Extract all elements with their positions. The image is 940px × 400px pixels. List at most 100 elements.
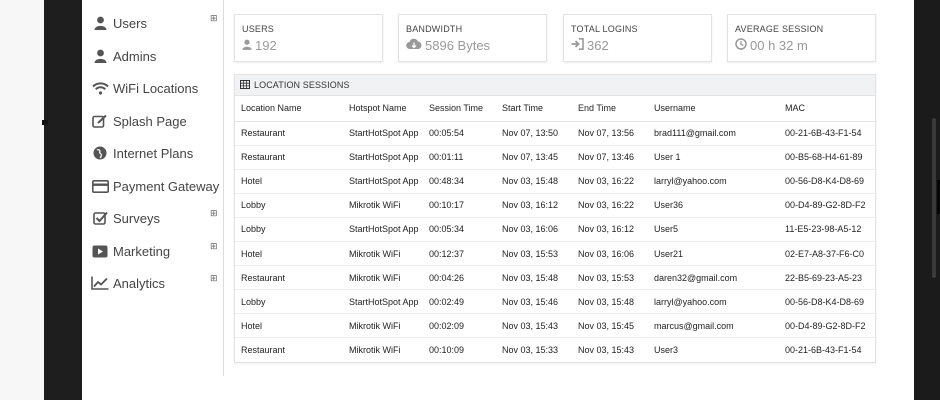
column-header[interactable]: End Time [572,96,648,122]
sidebar-item-users[interactable]: Users ⊞ [90,12,220,34]
panel-header: LOCATION SESSIONS [235,75,875,96]
table-row[interactable]: Restaurant StartHotSpot App 00:01:11 Nov 07… [235,145,877,170]
cell-mac: 00-56-D8-K4-D8-69 [779,289,877,315]
column-header[interactable]: MAC [779,96,877,122]
stat-card-average-session: AVERAGE SESSION 00 h 32 m [727,14,876,62]
cell-session-time: 00:10:09 [429,345,465,356]
cell-hotspot: Mikrotik WiFi [343,193,423,218]
sidebar-item-splash-page[interactable]: Splash Page [90,110,220,132]
cell-end-time: Nov 03, 15:53 [572,265,648,291]
stat-value: 00 h 32 m [750,38,808,53]
cell-hotspot: StartHotSpot App [343,289,423,315]
sidebar-item-label: Admins [113,48,157,64]
edit-icon [90,113,110,129]
location-sessions-panel: LOCATION SESSIONS Location Name Hotspot N… [234,74,877,363]
column-header[interactable]: Session Time [423,96,496,122]
cell-location: Hotel [235,241,343,267]
sidebar-item-surveys[interactable]: Surveys ⊞ [90,207,220,229]
cell-start-time: Nov 03, 15:48 [496,169,572,194]
cell-hotspot: StartHotSpot App [343,145,423,170]
expand-icon[interactable]: ⊞ [210,242,218,251]
sidebar-item-label: Surveys [113,210,160,226]
cell-location: Hotel [235,169,343,194]
stat-value-row: 00 h 32 m [735,38,868,53]
table-row[interactable]: Hotel Mikrotik WiFi 00:12:37 Nov 03, 15:53 N… [235,241,877,267]
cell-username: User 1 [648,145,779,170]
sessions-table: Location Name Hotspot Name Session Time Sta… [235,96,877,362]
table-row[interactable]: Restaurant StartHotSpot App 00:05:54 Nov 07… [235,121,877,146]
cell-hotspot: Mikrotik WiFi [343,313,423,339]
table-header-row: Location Name Hotspot Name Session Time Sta… [235,96,877,122]
cell-session-time: 00:01:11 [423,145,496,170]
sidebar-item-marketing[interactable]: Marketing ⊞ [90,240,220,262]
cell-start-time: Nov 03, 16:06 [496,217,572,242]
cell-location: Restaurant [235,265,343,291]
sidebar-item-admins[interactable]: Admins [90,45,220,67]
device-bezel-left [44,0,82,400]
sidebar-item-analytics[interactable]: Analytics ⊞ [90,272,220,294]
cell-mac: 02-E7-A8-37-F6-C0 [779,241,877,267]
sidebar-item-label: Splash Page [113,113,187,129]
stat-value: 362 [587,38,609,53]
scrollbar[interactable] [932,118,936,278]
cell-username: larryl@yahoo.com [648,289,779,315]
table-row[interactable]: Hotel Mikrotik WiFi 00:02:09 Nov 03, 15:43 N… [235,313,877,339]
clock-icon [735,38,750,53]
sidebar-item-payment-gateway[interactable]: Payment Gateway [90,175,220,197]
cell-start-time: Nov 03, 15:33 [502,345,559,356]
cell-start-time: Nov 03, 15:46 [496,289,572,315]
sidebar-item-wifi-locations[interactable]: WiFi Locations [90,77,220,99]
table-row[interactable]: Restaurant Mikrotik WiFi 00:04:26 Nov 03, 1… [235,265,877,291]
cell-end-time: Nov 03, 16:12 [572,217,648,242]
device-frame-right [914,0,940,400]
cell-username: brad111@gmail.com [648,121,779,146]
cell-location: Lobby [235,193,343,218]
table-row[interactable]: Lobby StartHotSpot App 00:05:34 Nov 03, 16:… [235,217,877,242]
cell-hotspot: StartHotSpot App [343,169,423,194]
cell-end-time: Nov 03, 15:45 [572,313,648,339]
cell-mac: 00-56-D8-K4-D8-69 [779,169,877,194]
stat-value: 5896 Bytes [425,38,491,53]
credit-card-icon [90,178,110,194]
column-header[interactable]: Hotspot Name [343,96,423,122]
cell-location: Restaurant [235,121,343,146]
cell-start-time: Nov 07, 13:50 [496,121,572,146]
column-header[interactable]: Location Name [235,96,343,122]
cell-end-time: Nov 03, 16:22 [572,193,648,218]
cell-start-time: Nov 03, 15:53 [496,241,572,267]
expand-icon[interactable]: ⊞ [210,274,218,283]
stat-title: AVERAGE SESSION [735,24,824,34]
cell-username: User3 [654,345,679,356]
cell-hotspot: StartHotSpot App [343,121,423,146]
panel-title: LOCATION SESSIONS [254,80,350,90]
expand-icon[interactable]: ⊞ [210,209,218,218]
user-icon [90,15,110,31]
table-row[interactable]: Restaurant Mikrotik WiFi 00:10:09 Nov 03, 1… [235,338,877,362]
wifi-icon [90,80,110,96]
stat-value-row: 192 [242,38,375,53]
column-header[interactable]: Username [648,96,779,122]
stat-value-row: 5896 Bytes [406,38,539,53]
cell-mac: 00-D4-89-G2-8D-F2 [779,313,877,339]
sidebar-item-label: Internet Plans [113,145,194,161]
line-chart-icon [90,275,110,291]
play-icon [90,243,110,259]
cell-mac: 22-B5-69-23-A5-23 [779,265,877,291]
table-row[interactable]: Lobby StartHotSpot App 00:02:49 Nov 03, 15:… [235,289,877,315]
cell-end-time: Nov 03, 16:06 [572,241,648,267]
cell-location: Lobby [235,289,343,315]
expand-icon[interactable]: ⊞ [210,14,218,23]
cell-hotspot: Mikrotik WiFi [343,265,423,291]
sidebar-item-internet-plans[interactable]: Internet Plans [90,142,220,164]
cell-session-time: 00:04:26 [423,265,496,291]
globe-icon [90,145,110,161]
stat-card-users: USERS 192 [234,14,383,62]
cell-session-time: 00:05:54 [423,121,496,146]
cell-mac: 00-21-6B-43-F1-54 [785,345,862,356]
table-row[interactable]: Hotel StartHotSpot App 00:48:34 Nov 03, 15:… [235,169,877,194]
table-row[interactable]: Lobby Mikrotik WiFi 00:10:17 Nov 03, 16:12 N… [235,193,877,218]
checkbox-icon [90,210,110,226]
column-header[interactable]: Start Time [496,96,572,122]
sidebar-item-label: Users [113,15,147,31]
sidebar-item-label: Marketing [113,243,171,259]
